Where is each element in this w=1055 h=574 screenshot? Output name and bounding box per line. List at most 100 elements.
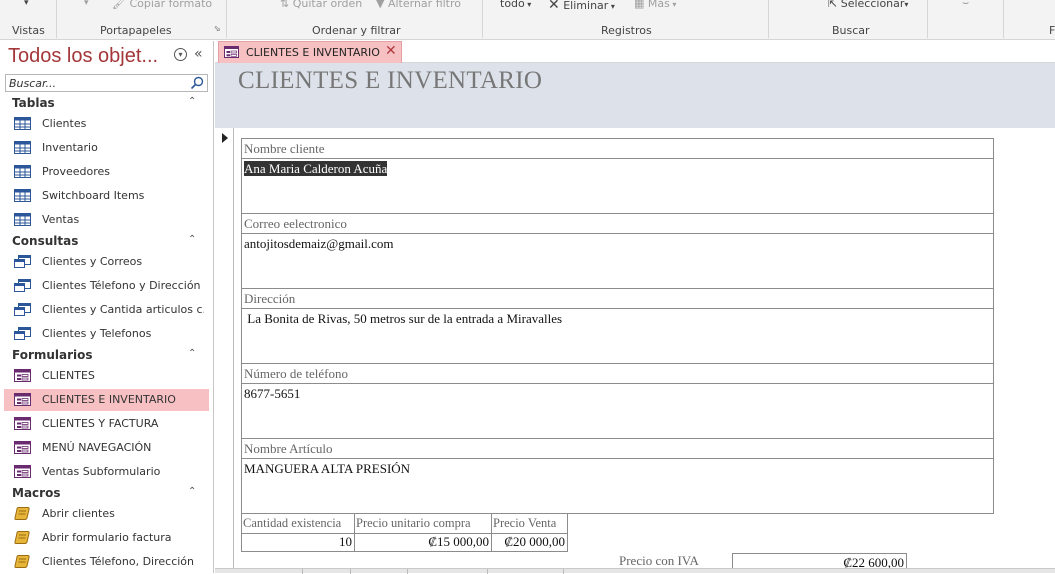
collapse-pane-icon[interactable]: « [194, 46, 203, 62]
delete-button[interactable]: ✕ Eliminar ▾ [548, 0, 615, 13]
nav-item-macro-abrir-clientes[interactable]: Abrir clientes [4, 503, 209, 525]
clear-sort-button[interactable]: ⇅ Quitar orden [280, 0, 362, 10]
collapse-chevron-icon[interactable]: ⌃ [188, 486, 196, 497]
nav-item-form-clientes-inventario[interactable]: CLIENTES E INVENTARIO [4, 389, 209, 411]
field-cantidad[interactable]: 10 [241, 534, 355, 552]
nav-item-label: Clientes Télefono y Dirección [42, 279, 201, 292]
close-icon[interactable]: ✕ [385, 43, 397, 59]
group-f-label: F [1049, 24, 1055, 37]
nav-item-label: Ventas Subformulario [42, 465, 161, 478]
nav-item-label: Abrir formulario factura [42, 531, 172, 544]
label-precio-iva: Precio con IVA [619, 553, 699, 568]
query-icon [14, 255, 31, 268]
collapse-chevron-icon[interactable]: ⌃ [188, 348, 196, 359]
scrollbar-segment [487, 569, 488, 574]
search-input[interactable] [6, 75, 186, 91]
macro-scroll-icon [14, 555, 30, 568]
query-icon [14, 327, 31, 340]
nav-item-label: Proveedores [42, 165, 110, 178]
field-nombre-cliente[interactable]: Ana Maria Calderon Acuña [241, 159, 994, 214]
nav-item-form-ventas-subformulario[interactable]: Ventas Subformulario [4, 461, 209, 483]
form-header: CLIENTES E INVENTARIO [215, 63, 1055, 128]
scrollbar-segment [302, 569, 303, 574]
form-icon [14, 417, 31, 430]
nav-item-macro-telefono-direccion[interactable]: Clientes Télefono, Dirección [4, 551, 209, 573]
nav-item-label: Ventas [42, 213, 80, 226]
nav-item-macro-abrir-factura[interactable]: Abrir formulario factura [4, 527, 209, 549]
label-articulo: Nombre Artículo [241, 438, 994, 459]
delete-icon: ✕ [548, 0, 560, 13]
macro-scroll-icon [14, 531, 30, 544]
nav-item-form-clientes-factura[interactable]: CLIENTES Y FACTURA [4, 413, 209, 435]
toggle-filter-button[interactable]: ▼ Alternar filtro [376, 0, 461, 10]
label-precio-compra: Precio unitario compra [354, 513, 492, 534]
nav-item-label: MENÚ NAVEGACIÓN [42, 441, 152, 454]
copy-format-label: Copiar formato [129, 0, 213, 10]
format-icons[interactable]: ˘ ˘ ⌣ [944, 0, 969, 10]
delete-label: Eliminar [563, 0, 609, 12]
paste-dropdown-icon[interactable]: ▾ [84, 0, 89, 8]
field-precio-venta[interactable]: ₡20 000,00 [491, 534, 568, 552]
todo-dropdown[interactable]: todo ▾ [500, 0, 531, 10]
nav-item-table-proveedores[interactable]: Proveedores [4, 161, 209, 183]
category-label: Consultas [12, 234, 79, 248]
label-correo: Correo eelectronico [241, 213, 994, 234]
select-button[interactable]: ⇱ Seleccionar▾ [828, 0, 908, 10]
table-icon [14, 165, 31, 178]
nav-pane-title[interactable]: Todos los objet... [8, 45, 158, 68]
nav-item-query-cantidad-articulos[interactable]: Clientes y Cantida articulos c... [4, 299, 209, 321]
nav-item-form-menu-navegacion[interactable]: MENÚ NAVEGACIÓN [4, 437, 209, 459]
tab-clientes-inventario[interactable]: CLIENTES E INVENTARIO ✕ [218, 41, 402, 63]
nav-item-table-clientes[interactable]: Clientes [4, 113, 209, 135]
nav-item-query-telefonos[interactable]: Clientes y Telefonos [4, 323, 209, 345]
category-macros[interactable]: Macros ⌃ [0, 482, 212, 504]
todo-label: todo [500, 0, 525, 10]
form-title: CLIENTES E INVENTARIO [238, 67, 543, 94]
cursor-icon: ⇱ [828, 0, 838, 10]
current-record-arrow-icon [222, 133, 228, 143]
ribbon-separator [768, 0, 769, 38]
field-telefono[interactable]: 8677-5651 [241, 384, 994, 439]
category-label: Macros [12, 486, 61, 500]
field-nombre-cliente-value: Ana Maria Calderon Acuña [244, 161, 388, 176]
ribbon: ▾ Vistas ▾ 🖌 Copiar formato Portapapeles… [0, 0, 1055, 40]
field-correo[interactable]: antojitosdemaiz@gmail.com [241, 234, 994, 289]
table-icon [14, 141, 31, 154]
nav-item-label: Clientes [42, 117, 87, 130]
more-button[interactable]: ▦ Más ▾ [634, 0, 676, 10]
chevron-down-icon[interactable]: ▾ [174, 48, 187, 61]
dialog-launcher-icon[interactable]: ⬂ [214, 24, 221, 33]
nav-item-table-ventas[interactable]: Ventas [4, 209, 209, 231]
field-articulo[interactable]: MANGUERA ALTA PRESIÓN [241, 459, 994, 514]
label-nombre-cliente: Nombre cliente [241, 138, 994, 159]
navigation-pane: Todos los objet... ▾ « Tablas ⌃ Clientes… [0, 41, 214, 573]
filter-icon: ▼ [376, 0, 385, 10]
tab-label: CLIENTES E INVENTARIO [246, 46, 380, 59]
nav-item-table-inventario[interactable]: Inventario [4, 137, 209, 159]
category-tablas[interactable]: Tablas ⌃ [0, 92, 212, 114]
nav-item-label: CLIENTES E INVENTARIO [42, 393, 176, 406]
nav-item-label: Clientes y Correos [42, 255, 143, 268]
nav-item-table-switchboard[interactable]: Switchboard Items [4, 185, 209, 207]
category-consultas[interactable]: Consultas ⌃ [0, 230, 212, 252]
scrollbar-segment [350, 569, 351, 574]
record-selector[interactable] [215, 128, 234, 568]
vistas-dropdown-icon[interactable]: ▾ [24, 0, 29, 8]
nav-item-query-clientes-correos[interactable]: Clientes y Correos [4, 251, 209, 273]
category-label: Tablas [12, 96, 55, 110]
search-icon[interactable] [190, 76, 205, 90]
form-icon [14, 393, 31, 406]
align-icon[interactable]: ˘ [1016, 0, 1022, 9]
form-icon [14, 441, 31, 454]
form-icon [14, 465, 31, 478]
category-formularios[interactable]: Formularios ⌃ [0, 344, 212, 366]
collapse-chevron-icon[interactable]: ⌃ [188, 96, 196, 107]
nav-item-label: Abrir clientes [42, 507, 115, 520]
nav-item-form-clientes[interactable]: CLIENTES [4, 365, 209, 387]
nav-item-query-telefono-direccion[interactable]: Clientes Télefono y Dirección [4, 275, 209, 297]
field-precio-compra[interactable]: ₡15 000,00 [354, 534, 492, 552]
copy-format-button[interactable]: 🖌 Copiar formato [112, 0, 212, 10]
horizontal-scrollbar[interactable] [215, 568, 1055, 574]
field-direccion[interactable]: La Bonita de Rivas, 50 metros sur de la … [241, 309, 994, 364]
collapse-chevron-icon[interactable]: ⌃ [188, 234, 196, 245]
